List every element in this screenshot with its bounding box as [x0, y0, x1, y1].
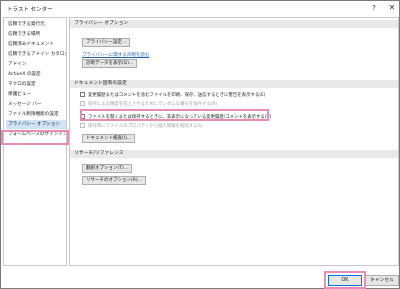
- dialog-title: トラスト センター: [7, 7, 53, 13]
- research-section-heading: リサーチ/リファレンス: [70, 150, 398, 158]
- research-options-button[interactable]: リサーチのオプション(R)...: [82, 176, 146, 185]
- sidebar-item-trusted-publishers[interactable]: 信頼できる発行元: [6, 20, 66, 29]
- doc-settings-heading: ドキュメント固有の設定: [70, 80, 398, 88]
- diagnostic-data-button[interactable]: 診断データを表示(D)...: [82, 59, 138, 68]
- close-icon[interactable]: ✕: [383, 2, 400, 14]
- privacy-options-panel: プライバシー オプション プライバシー設定... プライバシーに関する声明を読む…: [69, 17, 399, 266]
- privacy-settings-button[interactable]: プライバシー設定...: [82, 38, 131, 47]
- checkbox-box[interactable]: [80, 123, 85, 128]
- checkbox-label: 変更履歴またはコメントを含むファイルを印刷、保存、送信するときに警告を表示する(…: [88, 93, 266, 98]
- sidebar-item-macros[interactable]: マクロの設定: [6, 80, 66, 89]
- translation-options-button[interactable]: 翻訳オプション(T)...: [82, 164, 133, 173]
- checkbox-random-number[interactable]: 保存による精度を向上させるためにランダムな番号を保存する(R): [80, 101, 217, 109]
- sidebar-item-trusted-addin-catalogs[interactable]: 信頼できるアドイン カタログ: [6, 50, 66, 59]
- privacy-statement-link[interactable]: プライバシーに関する声明を読む: [82, 52, 149, 58]
- privacy-section-heading: プライバシー オプション: [70, 20, 398, 28]
- sidebar-item-message-bar[interactable]: メッセージ バー: [6, 100, 66, 109]
- checkbox-box[interactable]: [80, 101, 85, 106]
- help-icon[interactable]: ?: [365, 2, 383, 14]
- sidebar-item-protected-view[interactable]: 保護ビュー: [6, 90, 66, 99]
- title-bar: トラスト センター ? ✕: [1, 1, 399, 15]
- sidebar-item-trusted-documents[interactable]: 信頼済みドキュメント: [6, 40, 66, 49]
- trust-center-dialog: トラスト センター ? ✕ 信頼できる発行元 信頼できる場所 信頼済みドキュメン…: [0, 0, 400, 289]
- checkbox-label: 保存時にファイルのプロパティから個人情報を削除する(I): [88, 124, 203, 129]
- highlight-box-sidebar: [1, 130, 69, 145]
- sidebar-item-activex[interactable]: ActiveX の設定: [6, 70, 66, 79]
- highlight-box-checkbox: [80, 109, 269, 121]
- checkbox-box[interactable]: [80, 92, 85, 97]
- sidebar-item-trusted-locations[interactable]: 信頼できる場所: [6, 30, 66, 39]
- highlight-box-ok: [324, 271, 366, 289]
- sidebar-item-file-block[interactable]: ファイル制限機能の設定: [6, 110, 66, 119]
- sidebar-item-addins[interactable]: アドイン: [6, 60, 66, 69]
- sidebar-item-privacy[interactable]: プライバシー オプション: [6, 120, 66, 129]
- document-inspector-button[interactable]: ドキュメント検査(I)...: [82, 134, 136, 143]
- cancel-button[interactable]: キャンセル: [365, 275, 399, 286]
- checkbox-remove-personal-info[interactable]: 保存時にファイルのプロパティから個人情報を削除する(I): [80, 123, 202, 131]
- checkbox-warn-before-print[interactable]: 変更履歴またはコメントを含むファイルを印刷、保存、送信するときに警告を表示する(…: [80, 92, 265, 100]
- checkbox-label: 保存による精度を向上させるためにランダムな番号を保存する(R): [88, 102, 218, 107]
